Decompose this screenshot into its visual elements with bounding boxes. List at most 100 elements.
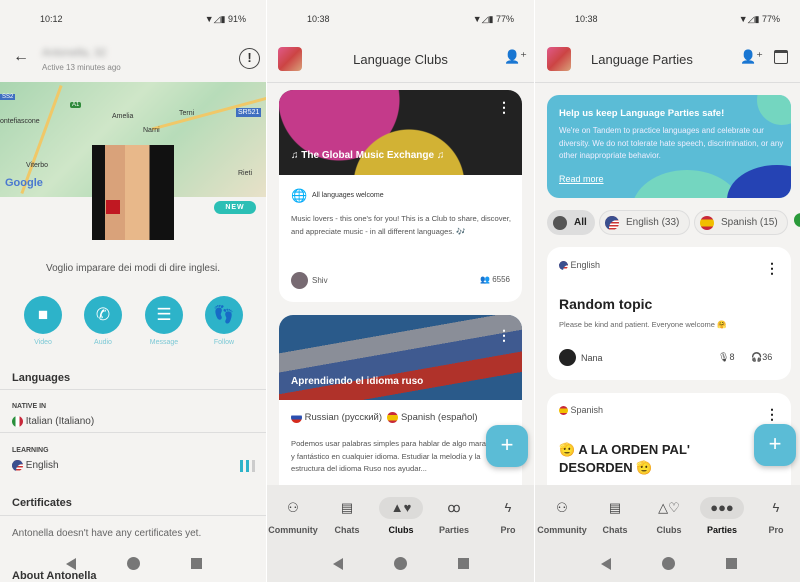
action-label: Audio — [94, 339, 112, 346]
bio-text: Voglio imparare dei modi di dire inglesi… — [46, 263, 220, 274]
club-languages: Russian (русский) Spanish (español) — [291, 412, 478, 423]
status-battery: ▼◿▮ 91% — [204, 14, 246, 24]
more-options-icon[interactable]: ⋮ — [765, 261, 779, 275]
system-home-button[interactable] — [394, 557, 407, 570]
languages-heading: Languages — [12, 372, 71, 384]
chip-label: All — [574, 217, 587, 228]
lightning-icon: ϟ — [772, 500, 780, 515]
nav-chats[interactable]: ▤ Chats — [319, 497, 375, 535]
host-avatar — [559, 349, 576, 366]
system-back-button[interactable] — [333, 558, 343, 570]
nav-clubs[interactable]: △♡ Clubs — [641, 497, 697, 535]
nav-clubs[interactable]: ▲♥ Clubs — [373, 497, 429, 535]
road-sign: SR521 — [236, 108, 262, 117]
learning-language: English — [12, 460, 59, 471]
native-language: Italian (Italiano) — [12, 416, 94, 427]
map-label: Rieti — [238, 170, 253, 177]
video-call-button[interactable]: ■ — [24, 296, 62, 334]
native-label: NATIVE IN — [12, 403, 47, 410]
report-alert-icon[interactable]: ! — [239, 48, 260, 69]
nav-pro[interactable]: ϟ Pro — [480, 497, 534, 535]
system-back-button[interactable] — [601, 558, 611, 570]
nav-label: Pro — [768, 525, 784, 535]
system-recents-button[interactable] — [191, 558, 202, 569]
speakers-count: 🎙8 — [718, 352, 734, 363]
learning-label: LEARNING — [12, 447, 49, 454]
club-description: Podemos usar palabras simples para habla… — [291, 439, 508, 473]
message-button[interactable]: ☰ — [145, 296, 183, 334]
club-card[interactable]: ⋮ ♫ The Global Music Exchange ♫ 🌐 All la… — [279, 90, 522, 302]
road-sign: SS2 — [0, 94, 16, 100]
club-title: Aprendiendo el idioma ruso — [291, 376, 424, 387]
map-label: ontefiascone — [0, 118, 40, 125]
spain-flag-icon — [387, 412, 399, 423]
nav-community[interactable]: ⚇ Community — [535, 497, 590, 535]
add-friend-icon[interactable]: 👤⁺ — [504, 49, 527, 65]
profile-screen: 10:12 ▼◿▮ 91% ← Antonella, 32 Active 13 … — [0, 0, 266, 582]
host-avatar — [291, 272, 308, 289]
system-back-button[interactable] — [66, 558, 76, 570]
members-icon: 👥 — [480, 275, 490, 284]
nav-label: Clubs — [656, 525, 682, 535]
parties-icon: ●●● — [700, 497, 744, 519]
party-subtitle: Please be kind and patient. Everyone wel… — [559, 320, 727, 329]
system-recents-button[interactable] — [726, 558, 737, 569]
create-party-button[interactable]: + — [754, 424, 796, 466]
system-home-button[interactable] — [127, 557, 140, 570]
chat-icon: ▤ — [608, 500, 622, 515]
battery-level: 77% — [761, 14, 780, 24]
us-flag-icon — [12, 460, 23, 471]
divider — [0, 432, 266, 433]
calendar-icon[interactable] — [774, 50, 788, 64]
safety-banner[interactable]: Help us keep Language Parties safe! We'r… — [547, 95, 791, 198]
party-title: 🫡 A LA ORDEN PAL' DESORDEN 🫡 — [559, 442, 690, 475]
add-friend-icon[interactable]: 👤⁺ — [740, 49, 763, 65]
battery-level: 91% — [227, 14, 246, 24]
host-name: Shiv — [312, 276, 328, 285]
language-name: Spanish (español) — [400, 412, 478, 424]
nav-parties[interactable]: ꝏ Parties — [426, 497, 482, 535]
party-card[interactable]: English ⋮ Random topic Please be kind an… — [547, 247, 791, 380]
filter-chip-english[interactable]: English (33) — [599, 210, 690, 235]
more-options-icon[interactable]: ⋮ — [765, 407, 779, 421]
page-title: Language Parties — [591, 52, 693, 67]
nav-chats[interactable]: ▤ Chats — [587, 497, 643, 535]
profile-avatar[interactable] — [92, 145, 174, 240]
club-languages: All languages welcome — [312, 192, 384, 199]
active-status: Active 13 minutes ago — [42, 63, 121, 72]
divider — [267, 82, 534, 83]
create-club-button[interactable]: + — [486, 425, 528, 467]
divider — [0, 515, 266, 516]
members-value: 6556 — [492, 275, 510, 284]
nav-community[interactable]: ⚇ Community — [267, 497, 321, 535]
us-flag-icon — [559, 261, 568, 271]
status-time: 10:12 — [40, 14, 63, 24]
brazil-flag-icon[interactable] — [794, 213, 800, 227]
follow-button[interactable]: 👣 — [205, 296, 243, 334]
read-more-link[interactable]: Read more — [559, 174, 604, 184]
system-recents-button[interactable] — [458, 558, 469, 569]
more-options-icon[interactable]: ⋮ — [497, 328, 511, 342]
chip-label: English (33) — [626, 217, 680, 228]
my-avatar[interactable] — [547, 47, 571, 71]
back-arrow-icon[interactable]: ← — [13, 48, 29, 66]
nav-label: Parties — [438, 525, 470, 535]
system-nav — [267, 555, 534, 575]
chip-label: Spanish (15) — [721, 217, 778, 228]
globe-icon: 🌐 — [291, 188, 308, 203]
nav-pro[interactable]: ϟ Pro — [748, 497, 800, 535]
filter-chip-spanish[interactable]: Spanish (15) — [694, 210, 788, 235]
system-nav — [535, 555, 800, 575]
russia-flag-icon — [291, 412, 302, 423]
nav-parties[interactable]: ●●● Parties — [694, 497, 750, 535]
members-count: 👥 6556 — [480, 275, 510, 284]
clubs-icon: ▲♥ — [379, 497, 423, 519]
nav-label: Parties — [706, 525, 738, 535]
audio-call-button[interactable]: ✆ — [84, 296, 122, 334]
new-badge: NEW — [214, 201, 256, 214]
system-home-button[interactable] — [662, 557, 675, 570]
more-options-icon[interactable]: ⋮ — [497, 100, 511, 114]
nav-label: Pro — [500, 525, 516, 535]
filter-chip-all[interactable]: All — [547, 210, 595, 235]
google-logo: Google — [5, 177, 43, 189]
